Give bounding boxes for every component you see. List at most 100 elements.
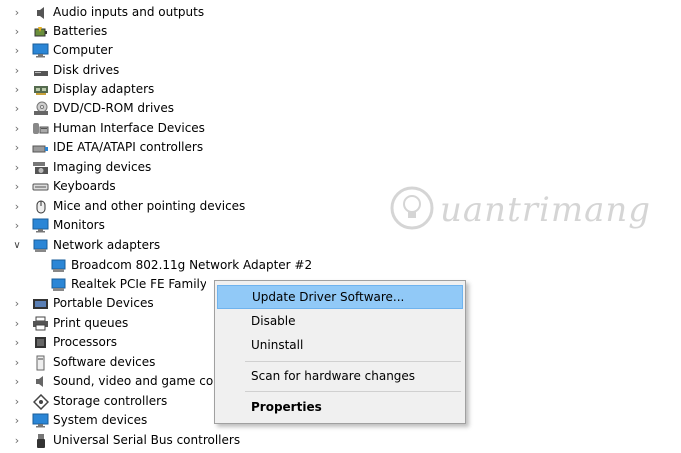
tree-item-audio[interactable]: › Audio inputs and outputs <box>10 3 204 22</box>
tree-item-network-adapters[interactable]: ∨ Network adapters <box>10 236 160 255</box>
tree-item-label: Display adapters <box>53 82 155 96</box>
keyboard-icon <box>32 178 49 195</box>
tree-item-dvd-drives[interactable]: › DVD/CD-ROM drives <box>10 99 174 118</box>
software-device-icon <box>32 354 49 371</box>
speaker-icon <box>32 4 49 21</box>
chevron-right-icon[interactable]: › <box>10 80 24 99</box>
tree-item-label: IDE ATA/ATAPI controllers <box>53 140 204 154</box>
tree-item-mice[interactable]: › Mice and other pointing devices <box>10 197 245 216</box>
tree-item-monitors[interactable]: › Monitors <box>10 216 105 235</box>
processor-icon <box>32 334 49 351</box>
tree-item-display-adapters[interactable]: › Display adapters <box>10 80 154 99</box>
chevron-right-icon[interactable]: › <box>10 411 24 430</box>
battery-icon <box>32 23 49 40</box>
system-device-icon <box>32 412 49 429</box>
menu-item-properties[interactable]: Properties <box>217 395 463 419</box>
disk-drive-icon <box>32 62 49 79</box>
tree-item-label: Print queues <box>53 316 129 330</box>
tree-item-label: Audio inputs and outputs <box>53 5 205 19</box>
chevron-right-icon[interactable]: › <box>10 138 24 157</box>
lightbulb-icon <box>390 186 434 230</box>
display-adapter-icon <box>32 81 49 98</box>
tree-item-label: Disk drives <box>53 63 120 77</box>
printer-icon <box>32 315 49 332</box>
tree-item-hid[interactable]: › Human Interface Devices <box>10 119 205 138</box>
chevron-right-icon[interactable]: › <box>10 431 24 450</box>
chevron-right-icon[interactable]: › <box>10 61 24 80</box>
tree-item-print-queues[interactable]: › Print queues <box>10 314 128 333</box>
tree-item-label: Human Interface Devices <box>53 121 205 135</box>
sound-icon <box>32 373 49 390</box>
tree-item-label: Computer <box>53 43 113 57</box>
tree-item-label: System devices <box>53 413 148 427</box>
chevron-right-icon[interactable]: › <box>10 158 24 177</box>
menu-separator <box>245 391 461 392</box>
tree-item-computer[interactable]: › Computer <box>10 41 113 60</box>
network-adapter-icon <box>50 257 67 274</box>
tree-item-portable-devices[interactable]: › Portable Devices <box>10 294 154 313</box>
watermark-text: uantrimang <box>440 190 652 230</box>
tree-item-label: Software devices <box>53 355 156 369</box>
chevron-right-icon[interactable]: › <box>10 372 24 391</box>
tree-item-usb[interactable]: › Universal Serial Bus controllers <box>10 431 240 450</box>
menu-item-scan-hardware[interactable]: Scan for hardware changes <box>217 364 463 388</box>
chevron-right-icon[interactable]: › <box>10 99 24 118</box>
tree-item-label: Storage controllers <box>53 394 168 408</box>
dvd-drive-icon <box>32 100 49 117</box>
chevron-right-icon[interactable]: › <box>10 177 24 196</box>
chevron-right-icon[interactable]: › <box>10 333 24 352</box>
portable-device-icon <box>32 295 49 312</box>
tree-item-sound[interactable]: › Sound, video and game con <box>10 372 221 391</box>
storage-controller-icon <box>32 393 49 410</box>
network-adapter-icon <box>32 237 49 254</box>
chevron-right-icon[interactable]: › <box>10 3 24 22</box>
context-menu: Update Driver Software... Disable Uninst… <box>214 280 466 424</box>
tree-item-label: Batteries <box>53 24 108 38</box>
tree-item-storage-controllers[interactable]: › Storage controllers <box>10 392 167 411</box>
ide-controller-icon <box>32 139 49 156</box>
tree-item-label: Keyboards <box>53 179 116 193</box>
tree-item-software-devices[interactable]: › Software devices <box>10 353 155 372</box>
chevron-right-icon[interactable]: › <box>10 197 24 216</box>
menu-item-update-driver[interactable]: Update Driver Software... <box>217 285 463 309</box>
tree-item-batteries[interactable]: › Batteries <box>10 22 107 41</box>
network-adapter-icon <box>50 276 67 293</box>
chevron-right-icon[interactable]: › <box>10 22 24 41</box>
tree-child-label: Realtek PCIe FE Family C <box>71 277 206 291</box>
camera-icon <box>32 159 49 176</box>
menu-item-disable[interactable]: Disable <box>217 309 463 333</box>
tree-item-disk-drives[interactable]: › Disk drives <box>10 61 119 80</box>
chevron-right-icon[interactable]: › <box>10 41 24 60</box>
tree-item-label: Mice and other pointing devices <box>53 199 246 213</box>
tree-item-label: Processors <box>53 335 118 349</box>
menu-separator <box>245 361 461 362</box>
tree-item-label: DVD/CD-ROM drives <box>53 101 175 115</box>
chevron-right-icon[interactable]: › <box>10 294 24 313</box>
tree-item-label: Monitors <box>53 218 105 232</box>
tree-item-label: Imaging devices <box>53 160 152 174</box>
chevron-right-icon[interactable]: › <box>10 216 24 235</box>
tree-item-imaging[interactable]: › Imaging devices <box>10 158 151 177</box>
watermark-logo: uantrimang <box>388 182 678 242</box>
mouse-icon <box>32 198 49 215</box>
tree-item-label: Network adapters <box>53 238 161 252</box>
tree-item-ide[interactable]: › IDE ATA/ATAPI controllers <box>10 138 203 157</box>
tree-item-label: Universal Serial Bus controllers <box>53 433 241 447</box>
computer-icon <box>32 42 49 59</box>
chevron-down-icon[interactable]: ∨ <box>10 236 24 255</box>
monitor-icon <box>32 217 49 234</box>
menu-item-uninstall[interactable]: Uninstall <box>217 333 463 357</box>
tree-item-label: Sound, video and game con <box>53 374 221 388</box>
tree-item-system-devices[interactable]: › System devices <box>10 411 147 430</box>
tree-child-realtek[interactable]: Realtek PCIe FE Family C <box>50 275 206 294</box>
chevron-right-icon[interactable]: › <box>10 353 24 372</box>
chevron-right-icon[interactable]: › <box>10 392 24 411</box>
tree-child-broadcom[interactable]: Broadcom 802.11g Network Adapter #2 <box>50 256 312 275</box>
chevron-right-icon[interactable]: › <box>10 314 24 333</box>
tree-item-keyboards[interactable]: › Keyboards <box>10 177 116 196</box>
usb-icon <box>32 432 49 449</box>
chevron-right-icon[interactable]: › <box>10 119 24 138</box>
tree-item-processors[interactable]: › Processors <box>10 333 117 352</box>
hid-icon <box>32 120 49 137</box>
tree-item-label: Portable Devices <box>53 296 154 310</box>
